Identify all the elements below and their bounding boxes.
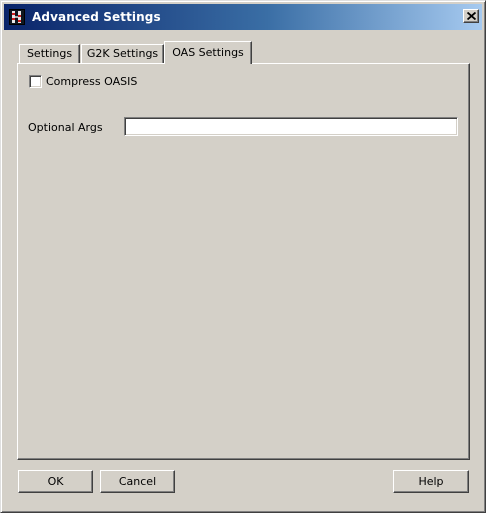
compress-oasis-label[interactable]: Compress OASIS: [46, 75, 137, 88]
compress-oasis-checkbox[interactable]: [29, 75, 42, 88]
tab-g2k-settings[interactable]: G2K Settings: [81, 44, 164, 64]
title-bar[interactable]: Advanced Settings: [4, 4, 482, 30]
tab-settings[interactable]: Settings: [19, 44, 80, 64]
cancel-button[interactable]: Cancel: [100, 470, 175, 493]
help-button[interactable]: Help: [393, 470, 469, 493]
tab-oas-settings[interactable]: OAS Settings: [164, 41, 252, 64]
close-icon: [467, 12, 476, 20]
optional-args-label: Optional Args: [28, 121, 103, 134]
optional-args-input[interactable]: [124, 117, 458, 136]
advanced-settings-dialog: Advanced Settings Settings G2K Settings …: [0, 0, 486, 513]
close-button[interactable]: [463, 9, 479, 23]
ok-button[interactable]: OK: [18, 470, 93, 493]
window-title: Advanced Settings: [32, 10, 161, 24]
app-icon[interactable]: [9, 9, 25, 25]
